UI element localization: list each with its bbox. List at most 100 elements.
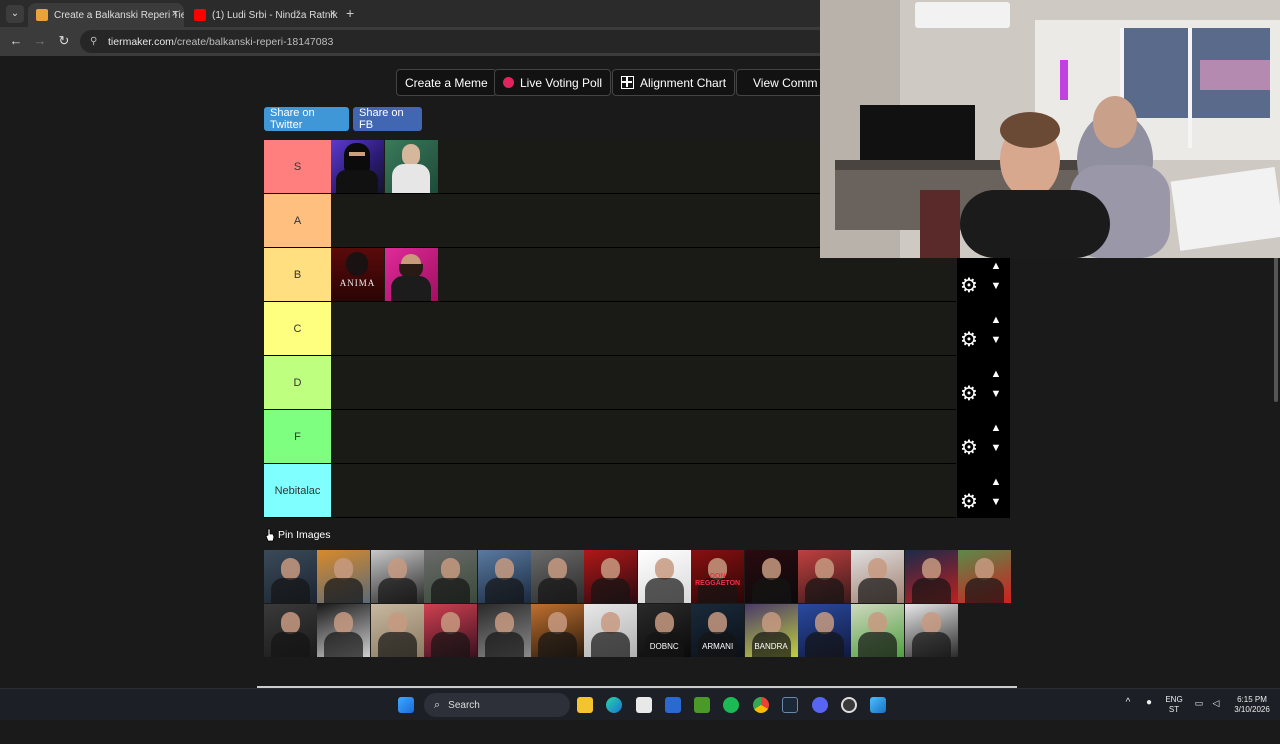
tier-content-nebitalac[interactable] xyxy=(331,464,956,517)
tier-content-d[interactable] xyxy=(331,356,956,409)
share-fb-button[interactable]: Share on FB xyxy=(353,107,422,131)
windows-start-icon[interactable] xyxy=(398,697,414,713)
minecraft-icon[interactable] xyxy=(694,697,710,713)
store-icon[interactable] xyxy=(636,697,652,713)
obs-icon[interactable] xyxy=(841,697,857,713)
clock[interactable]: 6:15 PM 3/10/2026 xyxy=(1228,695,1276,715)
pool-image[interactable] xyxy=(904,550,958,603)
pool-image[interactable] xyxy=(637,550,691,603)
tier-image-man-white-shirt[interactable] xyxy=(385,140,438,193)
pool-image[interactable]: ARMANI xyxy=(691,604,745,657)
tier-label-nebitalac[interactable]: Nebitalac xyxy=(264,464,331,517)
live-voting-poll-button[interactable]: Live Voting Poll xyxy=(494,69,612,96)
spotify-icon[interactable] xyxy=(723,697,739,713)
edge-icon[interactable] xyxy=(606,697,622,713)
new-tab-button[interactable]: + xyxy=(346,6,360,20)
pool-image[interactable] xyxy=(851,604,905,657)
pool-image[interactable]: DOBNC xyxy=(637,604,691,657)
pool-image[interactable] xyxy=(477,550,531,603)
alignment-chart-button[interactable]: Alignment Chart xyxy=(612,69,736,96)
chevron-up-icon[interactable]: ▲ xyxy=(989,368,1003,380)
chevron-down-icon[interactable]: ▼ xyxy=(989,334,1003,346)
pool-image[interactable] xyxy=(797,604,851,657)
pool-image[interactable] xyxy=(370,604,424,657)
pool-image[interactable] xyxy=(424,604,478,657)
discord-icon[interactable] xyxy=(812,697,828,713)
pool-image[interactable] xyxy=(530,604,584,657)
close-icon[interactable]: × xyxy=(172,8,178,20)
webcam-overlay xyxy=(820,0,1280,258)
chevron-up-icon[interactable]: ▲ xyxy=(989,260,1003,272)
tier-content-c[interactable] xyxy=(331,302,956,355)
pool-image-caption: ARMANI xyxy=(702,642,734,651)
address-bar[interactable]: ⚲ tiermaker.com /create/balkanski-reperi… xyxy=(80,30,820,53)
tier-label-b[interactable]: B xyxy=(264,248,331,301)
microphone-icon[interactable]: ● xyxy=(1143,698,1155,708)
arrow-right-icon[interactable]: → xyxy=(32,33,48,49)
gear-icon[interactable]: ⚙ xyxy=(960,384,980,404)
pool-image[interactable] xyxy=(584,550,638,603)
share-twitter-button[interactable]: Share on Twitter xyxy=(264,107,349,131)
image-pool-row: DOBNC ARMANI BANDRA xyxy=(264,604,1012,658)
steam-icon[interactable] xyxy=(782,697,798,713)
tier-content-f[interactable] xyxy=(331,410,956,463)
create-meme-button[interactable]: Create a Meme xyxy=(396,69,497,96)
pool-image[interactable] xyxy=(530,550,584,603)
tier-image-anima[interactable]: ANIMA xyxy=(331,248,384,301)
person-head xyxy=(921,558,941,580)
chevron-up-icon[interactable]: ▲ xyxy=(989,476,1003,488)
tier-label-d[interactable]: D xyxy=(264,356,331,409)
gear-icon[interactable]: ⚙ xyxy=(960,438,980,458)
pool-image[interactable]: BANDRA xyxy=(744,604,798,657)
photos-icon[interactable] xyxy=(870,697,886,713)
pool-image[interactable] xyxy=(744,550,798,603)
browser-tab-youtube[interactable]: (1) Ludi Srbi - Nindža Ratnik × xyxy=(186,3,342,27)
language-indicator[interactable]: ENG ST xyxy=(1162,695,1186,715)
tier-label-c[interactable]: C xyxy=(264,302,331,355)
chevron-down-icon[interactable]: ▼ xyxy=(989,496,1003,508)
gear-icon[interactable]: ⚙ xyxy=(960,492,980,512)
gear-icon[interactable]: ⚙ xyxy=(960,330,980,350)
arrow-left-icon[interactable]: ← xyxy=(8,33,24,49)
file-explorer-icon[interactable] xyxy=(577,697,593,713)
pool-image[interactable] xyxy=(317,550,371,603)
person-body xyxy=(911,632,951,657)
url-path: /create/balkanski-reperi-18147083 xyxy=(173,35,334,48)
tier-label-a[interactable]: A xyxy=(264,194,331,247)
close-icon[interactable]: × xyxy=(330,8,336,20)
chevron-down-icon[interactable]: ▼ xyxy=(989,388,1003,400)
pool-image[interactable] xyxy=(317,604,371,657)
chevron-up-icon[interactable]: ▲ xyxy=(989,314,1003,326)
chevron-down-icon[interactable]: ▼ xyxy=(989,280,1003,292)
gear-icon[interactable]: ⚙ xyxy=(960,276,980,296)
sticky-notes-icon[interactable] xyxy=(665,697,681,713)
view-comments-button[interactable]: View Comm xyxy=(736,69,820,96)
volume-icon[interactable]: ◁ xyxy=(1210,698,1222,708)
pool-image[interactable] xyxy=(904,604,958,657)
pool-image[interactable] xyxy=(477,604,531,657)
pool-image[interactable] xyxy=(370,550,424,603)
network-icon[interactable]: ▭ xyxy=(1193,698,1205,708)
live-voting-poll-label: Live Voting Poll xyxy=(520,75,603,90)
pool-image[interactable] xyxy=(264,604,317,657)
pool-image[interactable] xyxy=(851,550,905,603)
pool-image[interactable]: DON REGGAETON xyxy=(691,550,745,603)
pool-image[interactable] xyxy=(584,604,638,657)
site-info-icon[interactable]: ⚲ xyxy=(90,36,100,47)
tier-image-masked-man[interactable] xyxy=(331,140,384,193)
pool-image[interactable] xyxy=(264,550,317,603)
tray-overflow-icon[interactable]: ^ xyxy=(1122,698,1134,708)
chevron-down-icon[interactable]: ▼ xyxy=(989,442,1003,454)
browser-tab-tiermaker[interactable]: Create a Balkanski Reperi Tier L × xyxy=(28,3,184,27)
tier-label-s[interactable]: S xyxy=(264,140,331,193)
chrome-icon[interactable] xyxy=(753,697,769,713)
pool-image[interactable] xyxy=(424,550,478,603)
reload-icon[interactable]: ↻ xyxy=(56,33,72,49)
tab-search-icon[interactable]: ⌄ xyxy=(6,5,24,23)
pool-image[interactable] xyxy=(958,550,1012,603)
tier-image-man-pink[interactable] xyxy=(385,248,438,301)
chevron-up-icon[interactable]: ▲ xyxy=(989,422,1003,434)
taskbar-search[interactable]: ⌕ Search xyxy=(424,693,570,717)
pool-image[interactable] xyxy=(797,550,851,603)
tier-label-f[interactable]: F xyxy=(264,410,331,463)
